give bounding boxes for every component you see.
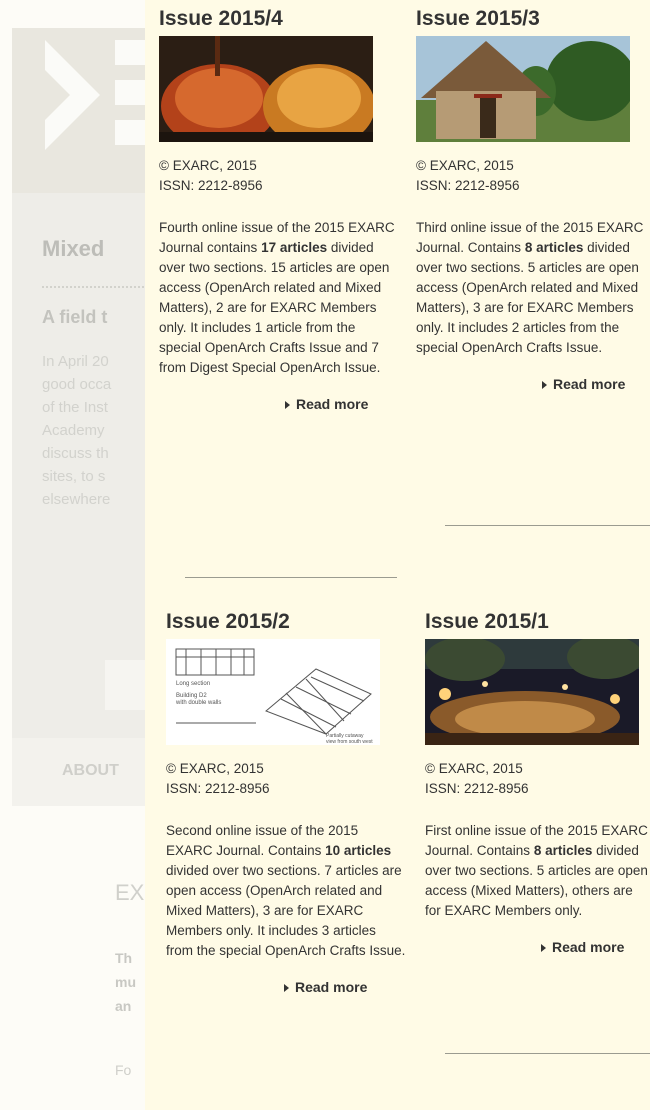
issue-description: Second online issue of the 2015 EXARC Jo… bbox=[166, 823, 406, 958]
article-count: 8 articles bbox=[533, 843, 593, 858]
building-drawing-icon[interactable]: Long section Building D2 with double wal… bbox=[166, 639, 380, 745]
issue-meta: © EXARC, 2015 ISSN: 2212-8956 bbox=[425, 759, 650, 799]
issues-panel: Issue 2015/4 © EXARC, 2015 ISSN: 2212-89… bbox=[145, 0, 650, 1110]
issue-description: Fourth online issue of the 2015 EXARC Jo… bbox=[159, 220, 395, 375]
svg-text:Building D2: Building D2 bbox=[176, 693, 207, 699]
svg-text:Long section: Long section bbox=[176, 681, 210, 687]
card-divider bbox=[185, 577, 397, 578]
article-count: 17 articles bbox=[261, 240, 328, 255]
svg-text:with double walls: with double walls bbox=[175, 700, 221, 706]
copyright-text: © EXARC, 2015 bbox=[166, 761, 264, 776]
issn-text: ISSN: 2212-8956 bbox=[166, 781, 270, 796]
issue-title[interactable]: Issue 2015/2 bbox=[166, 609, 406, 639]
issue-card: Issue 2015/4 © EXARC, 2015 ISSN: 2212-89… bbox=[159, 6, 399, 412]
issue-card: Issue 2015/2 Long section Building D2 wi… bbox=[166, 609, 406, 995]
triangle-right-icon bbox=[541, 944, 546, 953]
background-snippet: Th mu an bbox=[115, 950, 136, 1014]
copyright-text: © EXARC, 2015 bbox=[416, 158, 514, 173]
issue-card: Issue 2015/3 © EXARC, 2015 ISSN: 2212-89… bbox=[416, 6, 650, 392]
background-button bbox=[105, 660, 145, 710]
issue-card: Issue 2015/1 © EXARC, 2015 ISSN: 2212-89… bbox=[425, 609, 650, 955]
issue-description: Third online issue of the 2015 EXARC Jou… bbox=[416, 220, 644, 355]
longhouse-photo-icon[interactable] bbox=[416, 36, 630, 142]
svg-text:view from south west: view from south west bbox=[326, 739, 373, 745]
card-divider bbox=[445, 1053, 650, 1054]
bowls-photo-icon[interactable] bbox=[159, 36, 373, 142]
issue-description: First online issue of the 2015 EXARC Jou… bbox=[425, 823, 648, 918]
background-footer-text: Fo bbox=[115, 1062, 132, 1078]
background-text: In April 20 good occa of the Inst Academ… bbox=[42, 353, 112, 508]
issn-text: ISSN: 2212-8956 bbox=[416, 178, 520, 193]
background-subheading: A field t bbox=[42, 307, 108, 327]
article-count: 8 articles bbox=[524, 240, 584, 255]
issue-meta: © EXARC, 2015 ISSN: 2212-8956 bbox=[166, 759, 406, 799]
issue-title[interactable]: Issue 2015/3 bbox=[416, 6, 650, 36]
issue-meta: © EXARC, 2015 ISSN: 2212-8956 bbox=[416, 156, 650, 196]
issn-text: ISSN: 2212-8956 bbox=[159, 178, 263, 193]
read-more-link[interactable]: Read more bbox=[159, 396, 399, 412]
issue-title[interactable]: Issue 2015/1 bbox=[425, 609, 650, 639]
card-divider bbox=[445, 525, 650, 526]
background-divider bbox=[42, 286, 152, 288]
triangle-right-icon bbox=[542, 381, 547, 390]
read-more-link[interactable]: Read more bbox=[166, 979, 406, 995]
copyright-text: © EXARC, 2015 bbox=[425, 761, 523, 776]
night-gathering-photo-icon[interactable] bbox=[425, 639, 639, 745]
article-count: 10 articles bbox=[325, 843, 392, 858]
issue-title[interactable]: Issue 2015/4 bbox=[159, 6, 399, 36]
triangle-right-icon bbox=[285, 401, 290, 410]
issn-text: ISSN: 2212-8956 bbox=[425, 781, 529, 796]
background-nav-about: ABOUT bbox=[62, 762, 119, 779]
triangle-right-icon bbox=[284, 984, 289, 993]
background-section-heading: EX bbox=[115, 880, 145, 905]
read-more-link[interactable]: Read more bbox=[425, 939, 650, 955]
background-heading: Mixed bbox=[42, 236, 105, 261]
read-more-link[interactable]: Read more bbox=[416, 376, 650, 392]
issue-meta: © EXARC, 2015 ISSN: 2212-8956 bbox=[159, 156, 399, 196]
copyright-text: © EXARC, 2015 bbox=[159, 158, 257, 173]
